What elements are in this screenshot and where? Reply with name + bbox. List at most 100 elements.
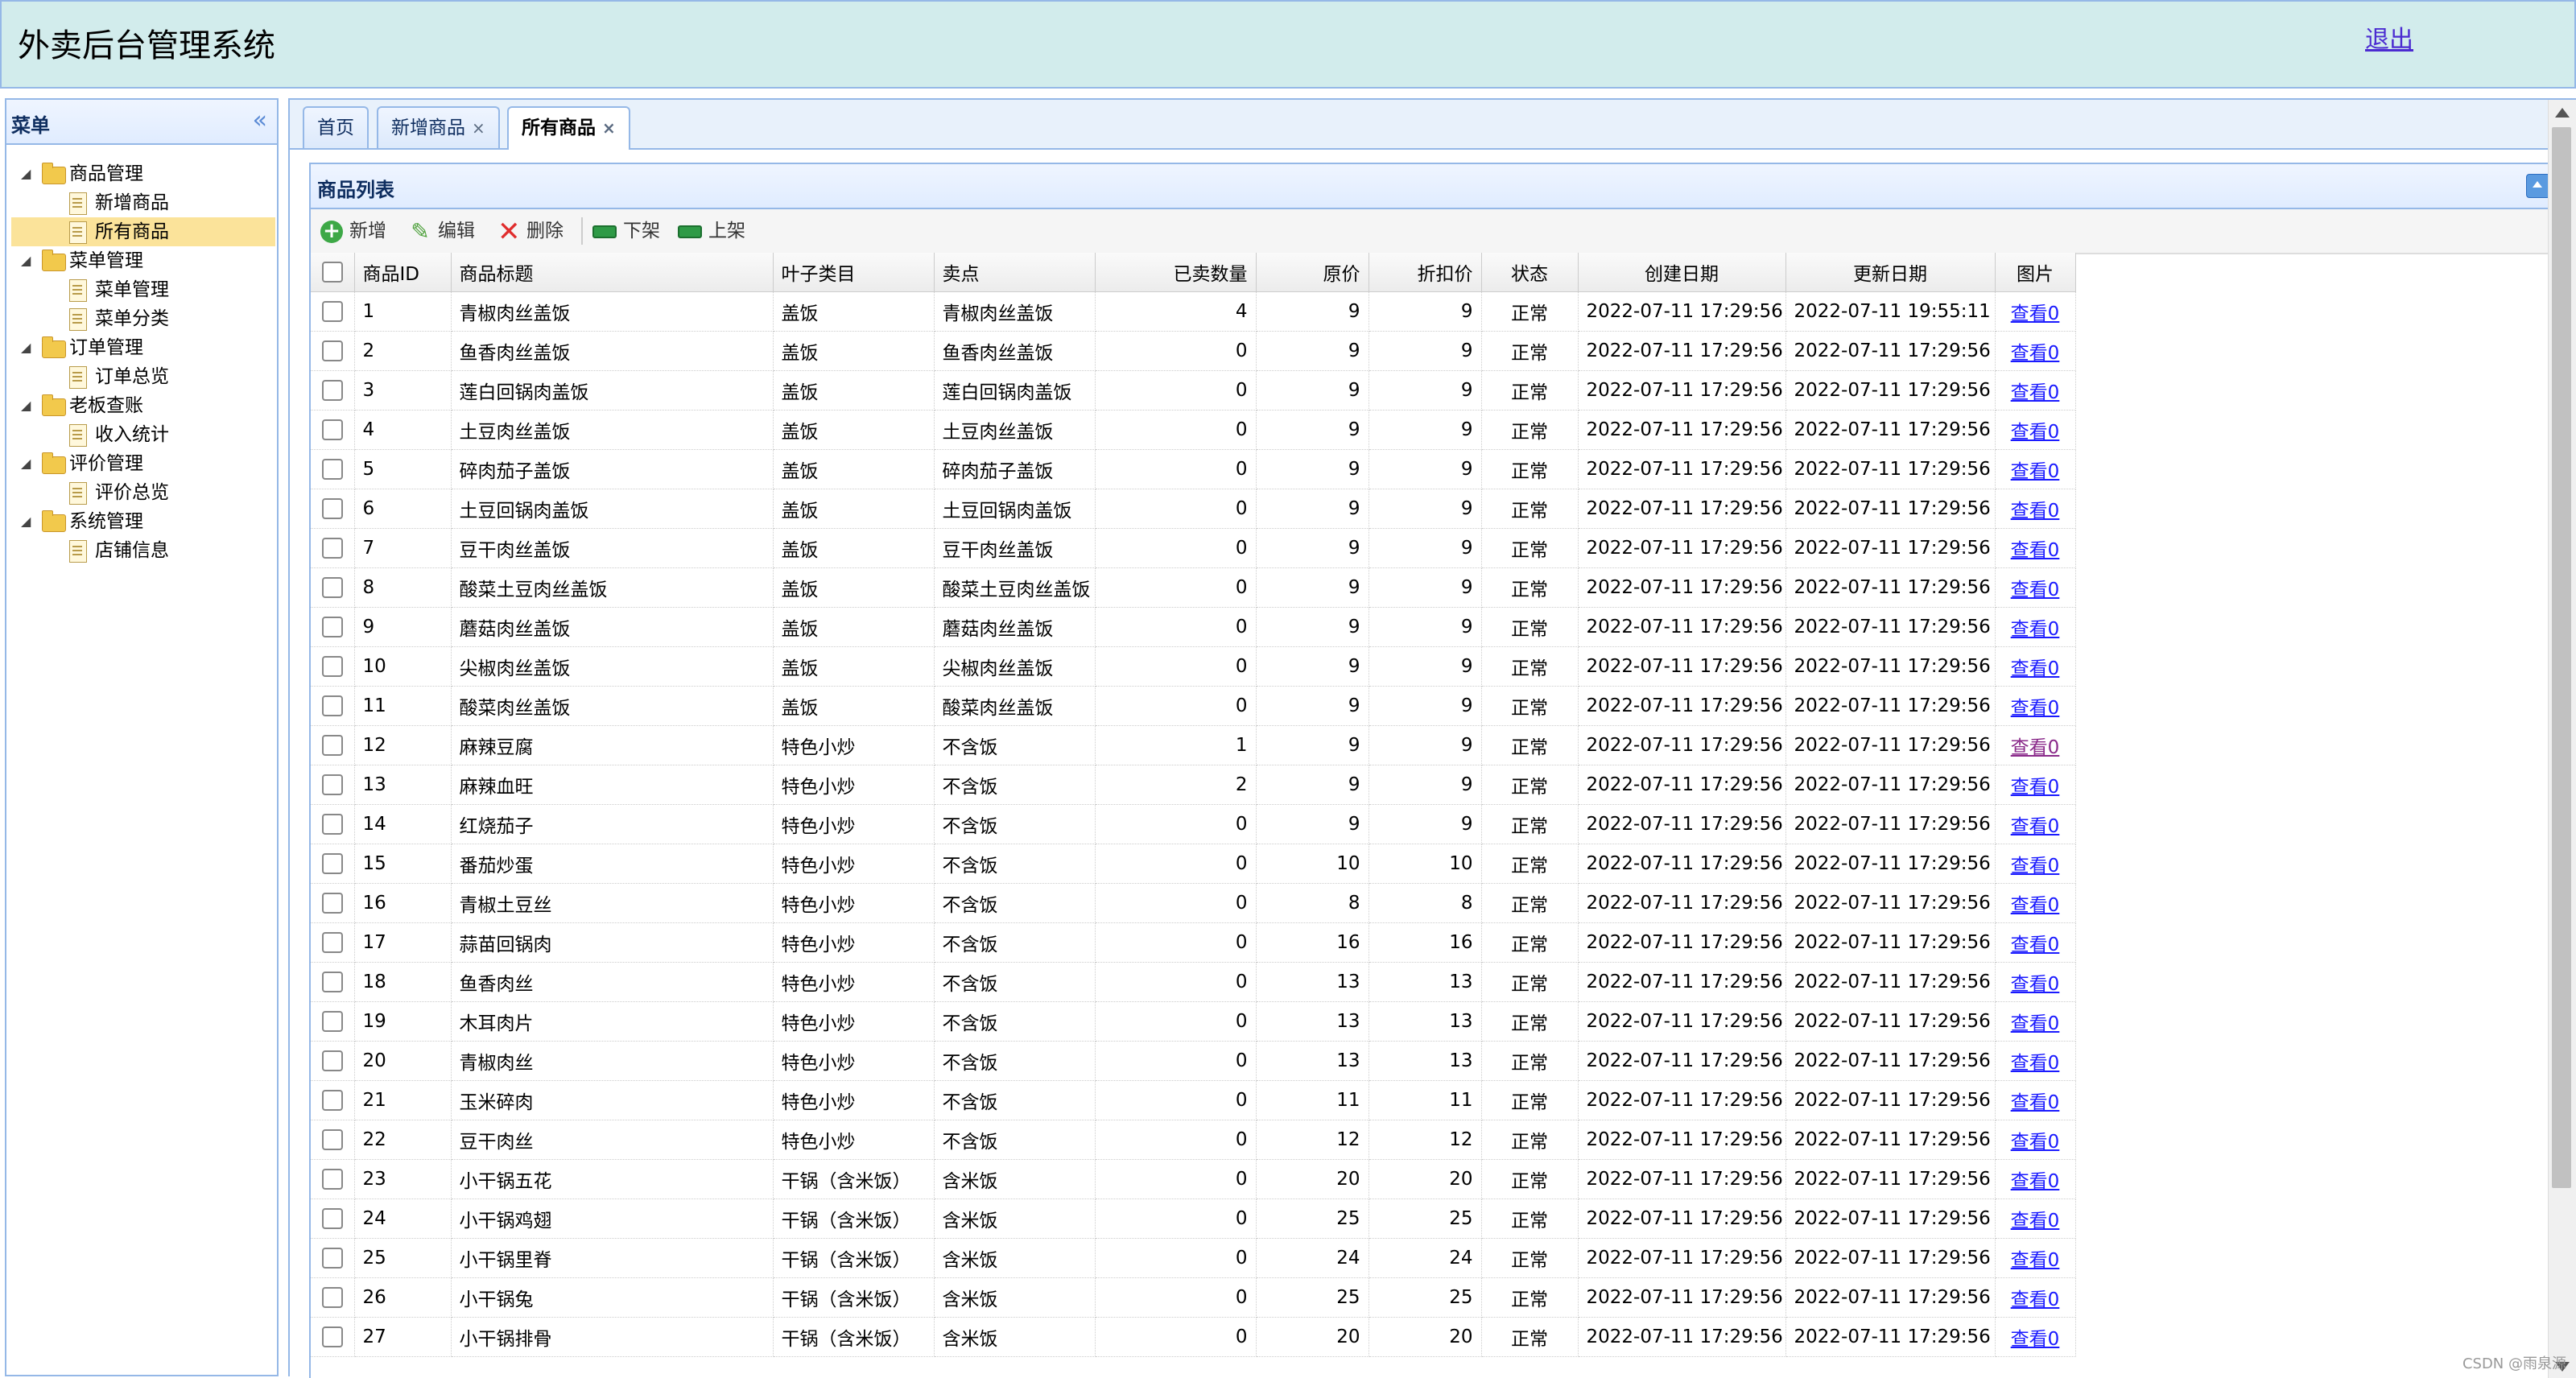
row-checkbox-cell[interactable] (311, 410, 355, 450)
menu-group-5[interactable]: ◢ 系统管理 (11, 507, 275, 536)
row-checkbox-cell[interactable] (311, 646, 355, 687)
row-checkbox-cell[interactable] (311, 291, 355, 332)
delete-button[interactable]: ✕ 删除 (497, 209, 564, 253)
row-checkbox[interactable] (321, 1010, 343, 1032)
table-row[interactable]: 26 小干锅兔 干锅（含米饭） 含米饭 0 25 25 正常 2022-07-11 17:29:… (311, 1277, 2076, 1318)
row-checkbox[interactable] (321, 1247, 343, 1269)
row-checkbox-cell[interactable] (311, 370, 355, 411)
menu-group-4[interactable]: ◢ 评价管理 (11, 449, 275, 478)
view-image-link[interactable]: 查看0 (2011, 974, 2060, 995)
view-image-link[interactable]: 查看0 (2011, 501, 2060, 522)
row-checkbox[interactable] (321, 1326, 343, 1347)
view-image-link[interactable]: 查看0 (2011, 303, 2060, 324)
col-header-price[interactable]: 原价 (1256, 253, 1369, 292)
row-checkbox[interactable] (321, 971, 343, 992)
row-checkbox-cell[interactable] (311, 1199, 355, 1239)
view-image-link[interactable]: 查看0 (2011, 1211, 2060, 1232)
table-row[interactable]: 1 青椒肉丝盖饭 盖饭 青椒肉丝盖饭 4 9 9 正常 2022-07-11 17:29:56 2… (311, 291, 2076, 332)
row-checkbox[interactable] (321, 1050, 343, 1071)
view-image-link[interactable]: 查看0 (2011, 698, 2060, 719)
view-image-link[interactable]: 查看0 (2011, 658, 2060, 679)
menu-item-4-0[interactable]: 评价总览 (11, 478, 275, 507)
expand-arrow-icon[interactable]: ◢ (21, 391, 31, 420)
view-image-link[interactable]: 查看0 (2011, 540, 2060, 561)
view-image-link[interactable]: 查看0 (2011, 1171, 2060, 1192)
col-header-sold[interactable]: 已卖数量 (1095, 253, 1257, 292)
row-checkbox-cell[interactable] (311, 567, 355, 608)
row-checkbox-cell[interactable] (311, 883, 355, 923)
expand-arrow-icon[interactable]: ◢ (21, 507, 31, 536)
row-checkbox[interactable] (321, 813, 343, 835)
collapse-menu-icon[interactable]: « (253, 106, 267, 134)
row-checkbox[interactable] (321, 340, 343, 361)
expand-arrow-icon[interactable]: ◢ (21, 246, 31, 275)
col-header-selling-point[interactable]: 卖点 (934, 253, 1096, 292)
row-checkbox[interactable] (321, 419, 343, 440)
row-checkbox-cell[interactable] (311, 331, 355, 371)
row-checkbox-cell[interactable] (311, 765, 355, 805)
vertical-scrollbar[interactable] (2548, 100, 2576, 1378)
view-image-link[interactable]: 查看0 (2011, 1329, 2060, 1350)
row-checkbox[interactable] (321, 1286, 343, 1308)
row-checkbox-cell[interactable] (311, 1080, 355, 1120)
collapse-panel-icon[interactable] (2526, 174, 2550, 198)
expand-arrow-icon[interactable]: ◢ (21, 159, 31, 188)
row-checkbox[interactable] (321, 537, 343, 559)
row-checkbox-cell[interactable] (311, 922, 355, 963)
tab-2[interactable]: 所有商品 × (507, 106, 630, 150)
view-image-link[interactable]: 查看0 (2011, 895, 2060, 916)
row-checkbox-cell[interactable] (311, 725, 355, 765)
view-image-link[interactable]: 查看0 (2011, 1132, 2060, 1153)
table-row[interactable]: 18 鱼香肉丝 特色小炒 不含饭 0 13 13 正常 2022-07-11 17:29:56 2… (311, 962, 2076, 1002)
view-image-link[interactable]: 查看0 (2011, 934, 2060, 955)
col-header-created[interactable]: 创建日期 (1578, 253, 1786, 292)
view-image-link[interactable]: 查看0 (2011, 737, 2060, 758)
row-checkbox[interactable] (321, 576, 343, 598)
on-shelf-button[interactable]: 上架 (678, 209, 745, 253)
table-row[interactable]: 4 土豆肉丝盖饭 盖饭 土豆肉丝盖饭 0 9 9 正常 2022-07-11 17:29:56 2… (311, 410, 2076, 450)
view-image-link[interactable]: 查看0 (2011, 343, 2060, 364)
row-checkbox-cell[interactable] (311, 962, 355, 1002)
table-row[interactable]: 27 小干锅排骨 干锅（含米饭） 含米饭 0 20 20 正常 2022-07-11 17:29… (311, 1317, 2076, 1357)
row-checkbox[interactable] (321, 1089, 343, 1111)
col-header-category[interactable]: 叶子类目 (773, 253, 935, 292)
view-image-link[interactable]: 查看0 (2011, 1013, 2060, 1034)
row-checkbox-cell[interactable] (311, 1277, 355, 1318)
row-checkbox[interactable] (321, 300, 343, 322)
table-row[interactable]: 17 蒜苗回锅肉 特色小炒 不含饭 0 16 16 正常 2022-07-11 17:29:56… (311, 922, 2076, 963)
menu-item-2-0[interactable]: 订单总览 (11, 362, 275, 391)
table-row[interactable]: 7 豆干肉丝盖饭 盖饭 豆干肉丝盖饭 0 9 9 正常 2022-07-11 17:29:56 2… (311, 528, 2076, 568)
row-checkbox[interactable] (321, 1207, 343, 1229)
col-header-image[interactable]: 图片 (1995, 253, 2076, 292)
row-checkbox[interactable] (321, 695, 343, 716)
logout-link[interactable]: 退出 (2365, 19, 2413, 55)
table-row[interactable]: 9 蘑菇肉丝盖饭 盖饭 蘑菇肉丝盖饭 0 9 9 正常 2022-07-11 17:29:56 2… (311, 607, 2076, 647)
row-checkbox-cell[interactable] (311, 1238, 355, 1278)
menu-item-3-0[interactable]: 收入统计 (11, 420, 275, 449)
view-image-link[interactable]: 查看0 (2011, 580, 2060, 600)
table-row[interactable]: 10 尖椒肉丝盖饭 盖饭 尖椒肉丝盖饭 0 9 9 正常 2022-07-11 17:29:56… (311, 646, 2076, 687)
table-row[interactable]: 8 酸菜土豆肉丝盖饭 盖饭 酸菜土豆肉丝盖饭 0 9 9 正常 2022-07-11 17:29… (311, 567, 2076, 608)
row-checkbox[interactable] (321, 655, 343, 677)
row-checkbox[interactable] (321, 931, 343, 953)
row-checkbox[interactable] (321, 852, 343, 874)
table-row[interactable]: 25 小干锅里脊 干锅（含米饭） 含米饭 0 24 24 正常 2022-07-11 17:29… (311, 1238, 2076, 1278)
table-row[interactable]: 23 小干锅五花 干锅（含米饭） 含米饭 0 20 20 正常 2022-07-11 17:29… (311, 1159, 2076, 1199)
row-checkbox-cell[interactable] (311, 1317, 355, 1357)
row-checkbox[interactable] (321, 774, 343, 795)
row-checkbox[interactable] (321, 616, 343, 637)
menu-group-2[interactable]: ◢ 订单管理 (11, 333, 275, 362)
table-row[interactable]: 20 青椒肉丝 特色小炒 不含饭 0 13 13 正常 2022-07-11 17:29:56 2… (311, 1041, 2076, 1081)
col-header-id[interactable]: 商品ID (354, 253, 452, 292)
row-checkbox-cell[interactable] (311, 1120, 355, 1160)
menu-item-1-0[interactable]: 菜单管理 (11, 275, 275, 304)
view-image-link[interactable]: 查看0 (2011, 816, 2060, 837)
row-checkbox[interactable] (321, 458, 343, 480)
menu-group-1[interactable]: ◢ 菜单管理 (11, 246, 275, 275)
row-checkbox-cell[interactable] (311, 804, 355, 844)
view-image-link[interactable]: 查看0 (2011, 619, 2060, 640)
table-row[interactable]: 5 碎肉茄子盖饭 盖饭 碎肉茄子盖饭 0 9 9 正常 2022-07-11 17:29:56 2… (311, 449, 2076, 489)
table-row[interactable]: 14 红烧茄子 特色小炒 不含饭 0 9 9 正常 2022-07-11 17:29:56 202… (311, 804, 2076, 844)
col-header-updated[interactable]: 更新日期 (1785, 253, 1996, 292)
tab-0[interactable]: 首页 (303, 106, 369, 148)
